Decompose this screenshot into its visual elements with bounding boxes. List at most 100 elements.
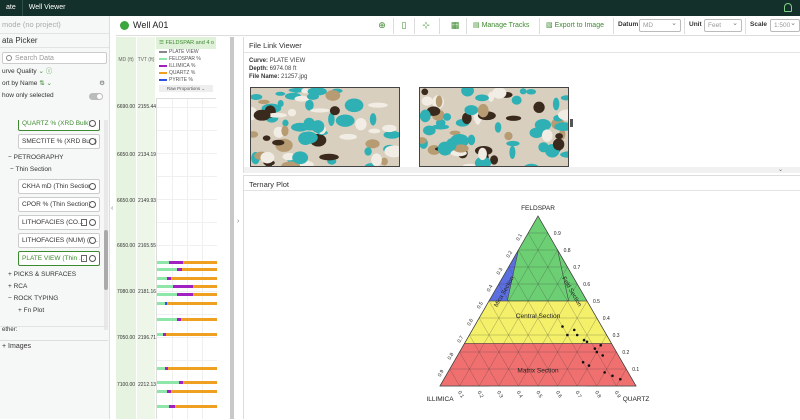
sample-point[interactable] (561, 325, 564, 328)
data-picker-title: ata Picker (0, 34, 109, 48)
group-petrography[interactable]: − PETROGRAPHY (0, 152, 104, 164)
select-radio-icon[interactable] (89, 138, 96, 145)
tvt-depth-label: 2165.55 (138, 243, 157, 249)
settings-gear-icon[interactable]: ⚙ (99, 78, 105, 90)
item-ckha[interactable]: CKHA mD (Thin Section) (18, 179, 100, 194)
manage-tracks-button[interactable]: ▤ Manage Tracks (473, 19, 529, 33)
thin-section-image-1[interactable] (250, 87, 400, 167)
select-radio-icon[interactable] (89, 120, 96, 127)
sample-point[interactable] (603, 371, 606, 374)
item-smectite-xrd[interactable]: SMECTITE % (XRD Bulk) (18, 134, 100, 149)
search-icon (6, 55, 12, 61)
track-header[interactable]: ☰ FELDSPAR and 4 o PLATE VIEW FELDSPAR % I… (156, 37, 216, 99)
grain-shape (364, 147, 372, 156)
sample-point[interactable] (611, 374, 614, 378)
item-cpor[interactable]: CPOR % (Thin Section) (18, 197, 100, 212)
grain-shape (344, 98, 364, 113)
sample-point[interactable] (619, 377, 622, 381)
export-image-button[interactable]: ▧ Export to Image (546, 19, 604, 33)
calendar-grid-icon[interactable]: ▦ (450, 20, 460, 31)
group-label: ROCK TYPING (13, 295, 59, 302)
chevron-down-icon[interactable]: ⌄ (778, 166, 783, 173)
search-input[interactable]: Search Data (2, 52, 107, 64)
composition-segment (157, 268, 177, 271)
composition-segment (166, 333, 217, 336)
toolbar-divider (613, 18, 614, 34)
tab-previous[interactable]: ate (0, 0, 22, 16)
tick-label: 0.4 (515, 390, 524, 399)
item-lithofacies-co[interactable]: LITHOFACIES (CO... (18, 215, 100, 230)
tick-label: 0.8 (593, 390, 602, 399)
group-label: PETROGRAPHY (13, 154, 64, 161)
show-only-selected-toggle[interactable] (89, 93, 103, 100)
search-placeholder: Search Data (15, 54, 54, 62)
legend-swatch (159, 50, 167, 53)
raw-proportions-toggle[interactable]: Raw Proportions ⌄ (159, 85, 213, 92)
sample-point[interactable] (601, 354, 604, 357)
toolbar-divider (393, 18, 394, 34)
thin-section-image-2[interactable] (419, 87, 569, 167)
group-rock-typing[interactable]: − ROCK TYPING (0, 293, 104, 305)
sample-point[interactable] (582, 338, 586, 342)
grain-shape (435, 95, 443, 108)
composition-segment (157, 277, 167, 280)
split-handle-arrow-icon[interactable]: › (237, 218, 239, 225)
sample-point[interactable] (581, 360, 585, 364)
item-lithofacies-num[interactable]: LITHOFACIES (NUM) (T... (18, 233, 100, 248)
sample-point[interactable] (566, 333, 569, 337)
group-label: RCA (13, 283, 28, 290)
sample-point[interactable] (572, 328, 576, 332)
tick-label: 0.2 (476, 390, 485, 399)
image-horizontal-scrollbar[interactable] (244, 167, 800, 173)
legend-swatch (159, 78, 167, 81)
scale-select[interactable]: 1:500 (770, 18, 800, 32)
scrollbar-thumb[interactable] (230, 37, 234, 419)
datum-select[interactable]: MD (639, 18, 681, 32)
select-radio-icon[interactable] (89, 219, 96, 226)
picker-scrollbar[interactable] (104, 120, 108, 330)
grain-shape (382, 124, 397, 133)
item-quartz-xrd[interactable]: QUARTZ % (XRD Bulk) (18, 120, 100, 131)
tick-label: 0.5 (593, 299, 600, 305)
zoom-icon[interactable]: ⊕ (377, 20, 387, 31)
sample-point[interactable] (595, 350, 599, 354)
item-plate-view[interactable]: PLATE VIEW (Thin ... (18, 251, 100, 266)
add-track-icon[interactable]: ⊹ (421, 20, 431, 31)
group-thin-section[interactable]: − Thin Section (0, 164, 104, 176)
file-link-viewer-title: File Link Viewer (249, 41, 302, 50)
item-label: QUARTZ % (XRD Bulk) (22, 120, 91, 127)
item-label: LITHOFACIES (CO... (22, 219, 84, 226)
sample-point[interactable] (575, 333, 579, 337)
sort-control[interactable]: ort by Name ⇅ ⌄ ⚙ (0, 78, 109, 90)
images-group[interactable]: + Images (0, 340, 108, 352)
select-radio-icon[interactable] (89, 255, 96, 262)
curve-meta-label: Curve: (249, 58, 269, 64)
grain-shape (446, 138, 457, 151)
select-radio-icon[interactable] (89, 183, 96, 190)
select-radio-icon[interactable] (89, 201, 96, 208)
file-name-meta-value: 21257.jpg (281, 74, 308, 80)
track-title[interactable]: ☰ FELDSPAR and 4 o (156, 37, 216, 49)
feldspar-axis-label: FELDSPAR (521, 205, 555, 212)
unit-select[interactable]: Feet (704, 18, 742, 32)
tick-label: 0.7 (456, 335, 465, 344)
collapse-left-arrow-icon[interactable]: ‹ (111, 205, 113, 212)
group-fn-plot[interactable]: + Fn Plot (0, 305, 104, 317)
tab-well-viewer[interactable]: Well Viewer (21, 0, 72, 16)
sample-point[interactable] (587, 364, 591, 367)
sample-point[interactable] (585, 340, 589, 344)
notification-bell-icon[interactable] (784, 3, 792, 12)
sample-point[interactable] (593, 347, 597, 350)
delete-icon[interactable]: ▯ (399, 20, 409, 31)
group-picks-surfaces[interactable]: + PICKS & SURFACES (0, 269, 104, 281)
data-picker-panel: mode (no project) ata Picker Search Data… (0, 16, 110, 419)
group-rca[interactable]: + RCA (0, 281, 104, 293)
select-radio-icon[interactable] (89, 237, 96, 244)
log-scrollbar[interactable] (230, 37, 234, 419)
tick-label: 0.6 (554, 390, 563, 399)
sample-point[interactable] (599, 343, 603, 347)
scrollbar-thumb[interactable] (104, 230, 108, 290)
curve-quality-filter[interactable]: urve Quality ⌄ ⓘ (0, 66, 109, 78)
image-scroll-handle[interactable] (570, 119, 573, 127)
tick-label: 0.7 (574, 390, 583, 399)
